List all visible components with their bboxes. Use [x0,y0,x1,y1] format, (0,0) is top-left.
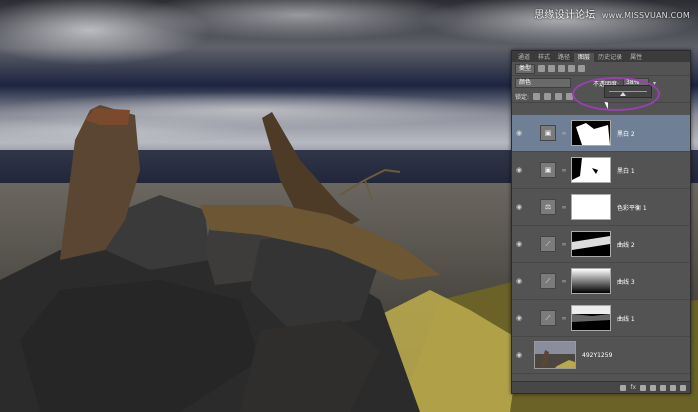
layer-mask-thumbnail[interactable] [571,305,611,331]
panel-tabs: 通道 样式 路径 图层 历史记录 属性 [512,51,690,62]
adjustment-icon[interactable]: ▣ [540,125,556,141]
opacity-highlight-ring [572,77,660,111]
layer-filter-row: 类型 [512,62,690,76]
lock-brush-icon[interactable] [544,92,552,100]
trash-icon[interactable] [680,384,686,391]
filter-adjustment-icon[interactable] [548,65,556,72]
lock-label: 锁定: [515,93,530,101]
layer-name: 曲线 3 [617,278,635,286]
adjustment-icon[interactable]: ▣ [540,162,556,178]
layer-row[interactable]: ◉ ⟋ ∞ 曲线 1 [512,300,690,337]
visibility-eye-icon[interactable]: ◉ [512,314,526,322]
lock-move-icon[interactable] [555,92,563,100]
visibility-eye-icon[interactable]: ◉ [512,240,526,248]
layers-panel: 通道 样式 路径 图层 历史记录 属性 类型 颜色 不透明度: 38% ▾ 锁定… [511,50,691,394]
layer-mask-thumbnail[interactable] [571,194,611,220]
chain-link-icon[interactable]: ∞ [561,278,567,285]
visibility-eye-icon[interactable]: ◉ [512,166,526,174]
filter-type-icon[interactable] [558,65,566,72]
chain-link-icon[interactable]: ∞ [561,130,567,137]
layers-bottom-bar: fx [512,381,690,393]
blend-mode-select[interactable]: 颜色 [515,78,571,88]
layer-name: 色彩平衡 1 [617,204,647,212]
new-layer-icon[interactable] [670,384,676,391]
chain-link-icon[interactable]: ∞ [561,204,567,211]
mask-icon[interactable] [640,384,646,391]
layer-name: 曲线 1 [617,315,635,323]
layer-name: 黑白 1 [617,167,635,175]
curves-icon[interactable]: ⟋ [540,236,556,252]
layer-row[interactable]: ◉ ⟋ ∞ 曲线 2 [512,226,690,263]
layer-mask-thumbnail[interactable] [571,157,611,183]
folder-icon[interactable] [660,384,666,391]
lock-transparent-icon[interactable] [533,92,541,100]
link-icon[interactable] [620,384,627,391]
chain-link-icon[interactable]: ∞ [561,315,567,322]
tab-paths[interactable]: 路径 [554,53,574,62]
chain-link-icon[interactable]: ∞ [561,167,567,174]
tab-history[interactable]: 历史记录 [594,53,626,62]
tab-properties[interactable]: 属性 [626,53,646,62]
layer-row[interactable]: ◉ 492Y1259 [512,337,690,374]
curves-icon[interactable]: ⟋ [540,273,556,289]
fx-icon[interactable]: fx [630,384,636,391]
layer-name: 黑白 2 [617,130,635,138]
layer-list: ◉ ▣ ∞ 黑白 2 ◉ ▣ ∞ 黑白 1 ◉ ⚖ ∞ 色彩平衡 1 ◉ ⟋ ∞… [512,115,690,374]
watermark-brand: 思缘设计论坛 [534,10,596,21]
filter-shape-icon[interactable] [568,65,576,72]
visibility-eye-icon[interactable]: ◉ [512,351,526,359]
tab-styles[interactable]: 样式 [534,53,554,62]
adjustment-icon[interactable] [650,384,656,391]
visibility-eye-icon[interactable]: ◉ [512,129,526,137]
visibility-eye-icon[interactable]: ◉ [512,277,526,285]
filter-pixel-icon[interactable] [538,65,546,72]
layer-row[interactable]: ◉ ▣ ∞ 黑白 2 [512,115,690,152]
layer-name: 492Y1259 [582,351,613,359]
layer-mask-thumbnail[interactable] [571,268,611,294]
visibility-eye-icon[interactable]: ◉ [512,203,526,211]
layer-row[interactable]: ◉ ⚖ ∞ 色彩平衡 1 [512,189,690,226]
watermark: 思缘设计论坛 www.MISSVUAN.COM [534,6,690,21]
layer-filter-select[interactable]: 类型 [515,63,536,74]
layer-row[interactable]: ◉ ▣ ∞ 黑白 1 [512,152,690,189]
balance-icon[interactable]: ⚖ [540,199,556,215]
layer-row[interactable]: ◉ ⟋ ∞ 曲线 3 [512,263,690,300]
filter-smart-icon[interactable] [578,65,586,72]
layer-mask-thumbnail[interactable] [571,120,611,146]
chain-link-icon[interactable]: ∞ [561,241,567,248]
tab-channels[interactable]: 通道 [514,53,534,62]
layer-image-thumbnail[interactable] [534,341,576,369]
curves-icon[interactable]: ⟋ [540,310,556,326]
tab-layers[interactable]: 图层 [574,53,595,62]
watermark-url: www.MISSVUAN.COM [601,11,690,20]
layer-name: 曲线 2 [617,241,635,249]
layer-mask-thumbnail[interactable] [571,231,611,257]
